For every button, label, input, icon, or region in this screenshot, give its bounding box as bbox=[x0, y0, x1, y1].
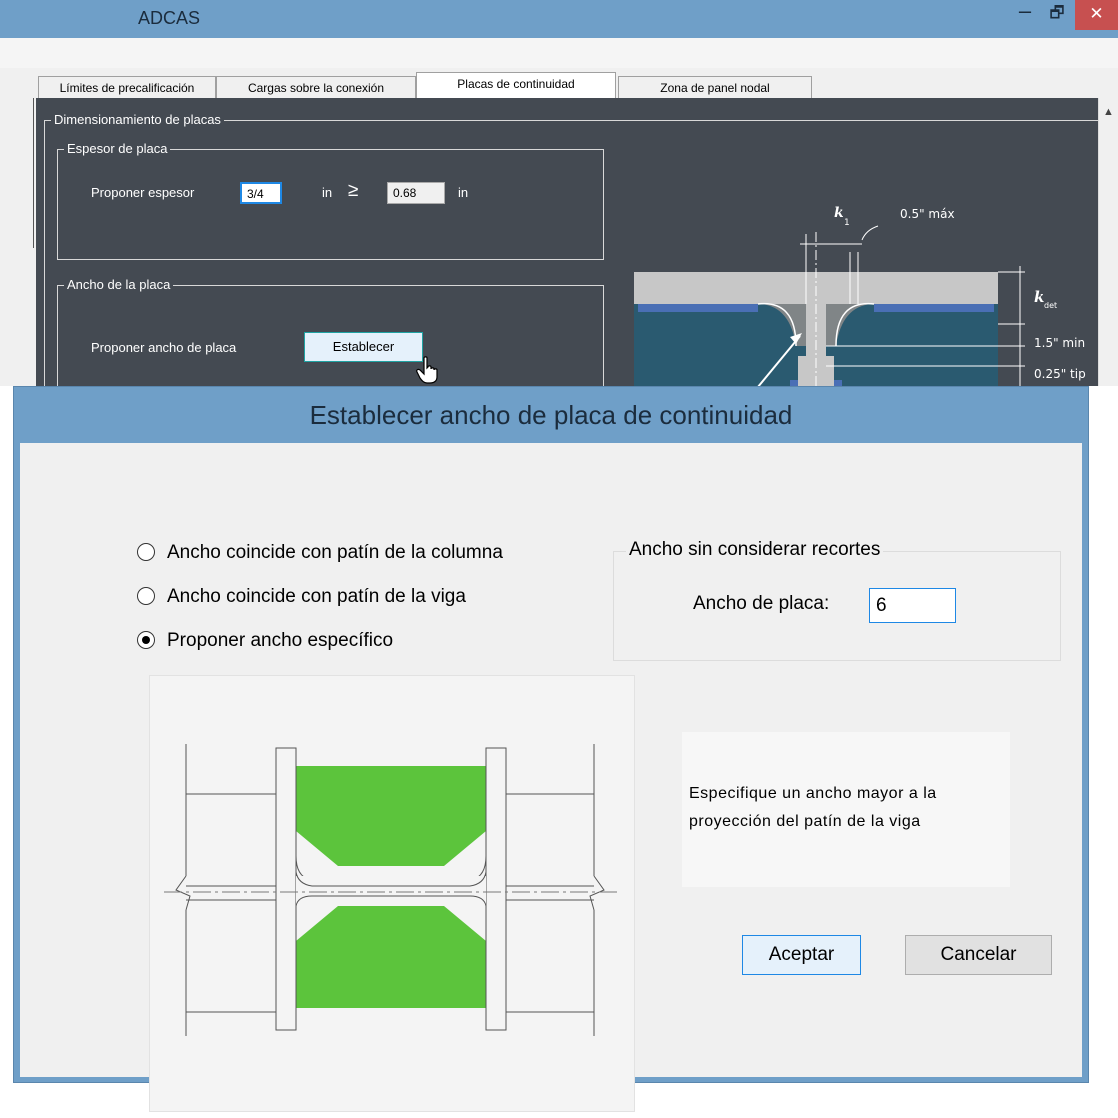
plate-right bbox=[874, 304, 994, 312]
menu-bar bbox=[0, 38, 1118, 68]
tab-placas[interactable]: Placas de continuidad bbox=[416, 72, 616, 98]
espesor-required: 0.68 bbox=[387, 182, 445, 204]
column-flange-left bbox=[275, 747, 297, 1031]
dialog-title: Establecer ancho de placa de continuidad bbox=[309, 400, 793, 430]
espesor-unit: in bbox=[322, 185, 333, 200]
group-sin-recortes: Ancho sin considerar recortes Ancho de p… bbox=[613, 538, 1061, 661]
set-width-dialog: Establecer ancho de placa de continuidad… bbox=[13, 386, 1089, 1112]
tab-cargas[interactable]: Cargas sobre la conexión bbox=[216, 76, 416, 98]
window-title: ADCAS bbox=[138, 8, 201, 28]
comparator: ≥ bbox=[348, 180, 359, 201]
main-window: ADCAS – 🗗 ✕ Límites de precalificación C… bbox=[0, 0, 1118, 386]
hand-pointer-icon bbox=[416, 356, 438, 384]
ancho-label: Proponer ancho de placa bbox=[91, 340, 237, 355]
left-edge bbox=[0, 68, 36, 386]
radio-ancho-viga[interactable]: Ancho coincide con patín de la viga bbox=[137, 585, 587, 609]
plate-top-fill bbox=[296, 766, 486, 866]
group-title: Dimensionamiento de placas bbox=[51, 112, 224, 128]
plate-bottom-fill bbox=[296, 906, 486, 1008]
close-button[interactable]: ✕ bbox=[1075, 0, 1118, 30]
plate-illustration bbox=[149, 675, 635, 1112]
espesor-label: Proponer espesor bbox=[91, 185, 195, 200]
k1-sub: 1 bbox=[844, 218, 850, 228]
minimize-button[interactable]: – bbox=[1010, 0, 1040, 30]
radio-button[interactable] bbox=[137, 587, 155, 605]
accept-button[interactable]: Aceptar bbox=[742, 935, 861, 975]
radio-label: Ancho coincide con patín de la columna bbox=[167, 542, 503, 563]
kdet-label: k bbox=[1034, 288, 1044, 306]
hint-text: Especifique un ancho mayor a la proyecci… bbox=[689, 785, 937, 830]
dialog-body: Ancho coincide con patín de la columna A… bbox=[20, 443, 1082, 1112]
scroll-up-icon[interactable]: ▲ bbox=[1103, 106, 1114, 118]
plate-left bbox=[638, 304, 758, 312]
group-title: Ancho de la placa bbox=[64, 277, 174, 293]
hint-box: Especifique un ancho mayor a la proyecci… bbox=[682, 732, 1010, 887]
vertical-scrollbar[interactable]: ▲ bbox=[1098, 98, 1118, 386]
k1-note: 0.5" máx bbox=[900, 207, 955, 221]
radio-ancho-columna[interactable]: Ancho coincide con patín de la columna bbox=[137, 541, 587, 565]
plate-illustration-drawing bbox=[164, 744, 620, 1036]
min-label: 1.5" min bbox=[1034, 336, 1085, 350]
radio-button-checked[interactable] bbox=[137, 631, 155, 649]
ancho-placa-input[interactable]: 6 bbox=[869, 588, 956, 623]
group-espesor: Espesor de placa bbox=[57, 141, 604, 260]
group-title: Espesor de placa bbox=[64, 141, 171, 157]
ancho-placa-label: Ancho de placa: bbox=[693, 593, 830, 614]
title-bar: ADCAS – 🗗 ✕ bbox=[0, 0, 1118, 38]
espesor-input[interactable]: 3/4 bbox=[240, 182, 282, 204]
group-title: Ancho sin considerar recortes bbox=[626, 538, 884, 562]
tip-label: 0.25" tip bbox=[1034, 367, 1086, 381]
column-flange-right bbox=[485, 747, 507, 1031]
establecer-button[interactable]: Establecer bbox=[304, 332, 423, 362]
radio-ancho-especifico[interactable]: Proponer ancho específico bbox=[137, 629, 587, 653]
radio-label: Proponer ancho específico bbox=[167, 630, 394, 651]
plate-detail-drawing: k 1 0.5" máx k det 1.5" min 0.25" tip bbox=[634, 205, 1086, 386]
kdet-sub: det bbox=[1044, 301, 1057, 310]
k1-label: k bbox=[834, 205, 844, 221]
cancel-button[interactable]: Cancelar bbox=[905, 935, 1052, 975]
radio-label: Ancho coincide con patín de la viga bbox=[167, 586, 466, 607]
radio-button[interactable] bbox=[137, 543, 155, 561]
required-unit: in bbox=[458, 185, 469, 200]
tab-zona-panel[interactable]: Zona de panel nodal bbox=[618, 76, 812, 98]
maximize-button[interactable]: 🗗 bbox=[1042, 0, 1072, 30]
tab-limites[interactable]: Límites de precalificación bbox=[38, 76, 216, 98]
